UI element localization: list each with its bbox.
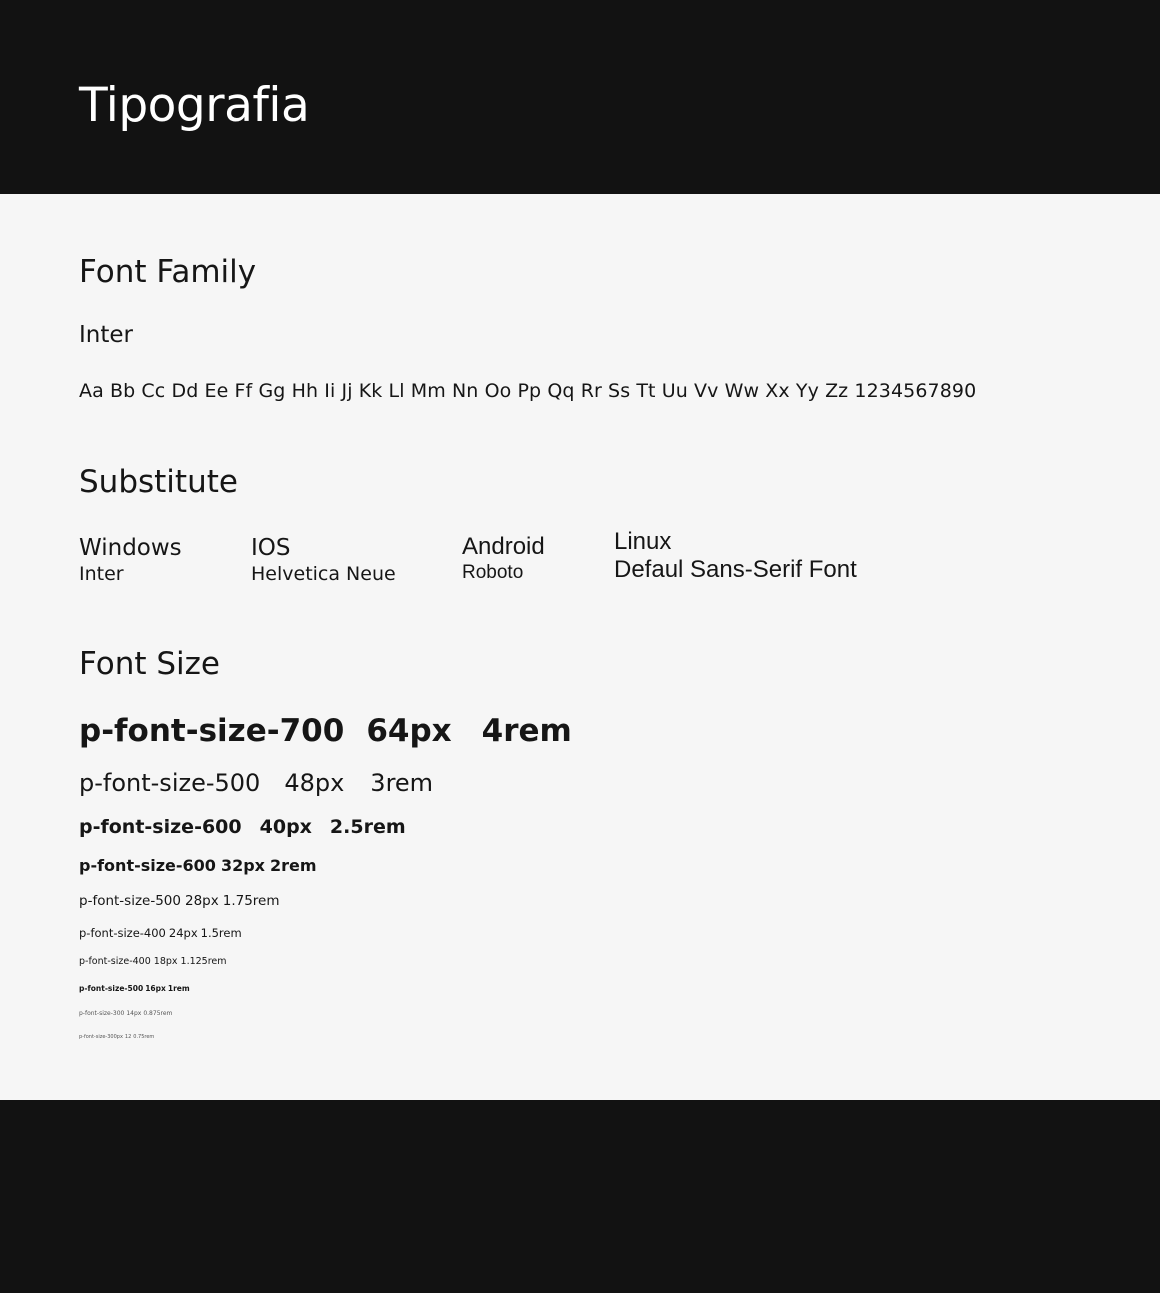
- font-size-row: p-font-size-400 24px 1.5rem: [79, 925, 242, 941]
- font-size-rem: 1.125rem: [180, 956, 227, 967]
- substitute-os-name: Windows: [79, 535, 182, 561]
- substitute-os-name: Android: [462, 533, 545, 560]
- substitute-os-name: IOS: [251, 535, 291, 561]
- font-size-token: p-font-size-400: [79, 956, 151, 967]
- font-size-rem: 2rem: [269, 856, 317, 875]
- page-header: Tipografia: [0, 0, 1160, 194]
- font-size-px: 48px: [284, 769, 345, 797]
- font-size-rem: 1rem: [167, 984, 190, 993]
- font-size-rem: 1.5rem: [200, 926, 242, 940]
- font-size-px: 18px: [153, 956, 178, 967]
- font-size-rem: 1.75rem: [222, 893, 280, 909]
- font-size-rem: 0.75rem: [133, 1034, 155, 1040]
- substitute-font-name: Inter: [79, 563, 124, 585]
- font-size-token: p-font-size-500: [79, 984, 144, 993]
- font-size-row: p-font-size-400 18px 1.125rem: [79, 955, 227, 968]
- substitute-item-windows: Windows Inter: [79, 534, 182, 586]
- font-size-rem: 3rem: [370, 769, 434, 797]
- font-size-token: p-font-size-500: [79, 769, 261, 797]
- font-size-px: 40px: [259, 816, 312, 838]
- font-size-row: p-font-size-600 40px 2.5rem: [79, 815, 406, 839]
- font-size-token: p-font-size-400: [79, 926, 166, 940]
- font-size-row: p-font-size-500 16px 1rem: [79, 983, 190, 994]
- font-size-row: p-font-size-300 14px 0.875rem: [79, 1009, 172, 1018]
- font-size-token: p-font-size-300px: [79, 1034, 123, 1040]
- substitute-item-android: Android Roboto: [462, 533, 545, 585]
- font-size-row: p-font-size-300px 12 0.75rem: [79, 1033, 154, 1041]
- substitute-heading: Substitute: [79, 464, 238, 500]
- font-size-px: 64px: [366, 713, 452, 749]
- substitute-font-name: Defaul Sans-Serif Font: [614, 556, 857, 583]
- font-size-token: p-font-size-300: [79, 1010, 125, 1017]
- font-size-px: 14px: [126, 1010, 142, 1017]
- font-size-row: p-font-size-500 28px 1.75rem: [79, 892, 280, 910]
- font-family-alphabet-sample: Aa Bb Cc Dd Ee Ff Gg Hh Ii Jj Kk Ll Mm N…: [79, 380, 977, 402]
- font-size-rem: 2.5rem: [329, 816, 406, 838]
- substitute-item-linux: Linux Defaul Sans-Serif Font: [614, 528, 857, 584]
- font-size-rem: 0.875rem: [143, 1010, 173, 1017]
- font-size-px: 24px: [168, 926, 198, 940]
- font-size-row: p-font-size-600 32px 2rem: [79, 856, 317, 876]
- substitute-os-name: Linux: [614, 528, 672, 555]
- font-size-token: p-font-size-500: [79, 893, 181, 909]
- page-title: Tipografia: [79, 78, 310, 133]
- typography-content: Font Family Inter Aa Bb Cc Dd Ee Ff Gg H…: [0, 194, 1160, 1100]
- font-size-rem: 4rem: [481, 713, 572, 749]
- font-size-row: p-font-size-500 48px 3rem: [79, 768, 433, 798]
- page-footer: [0, 1100, 1160, 1293]
- font-size-token: p-font-size-600: [79, 856, 216, 875]
- font-family-name: Inter: [79, 322, 133, 348]
- font-size-px: 12: [124, 1034, 132, 1040]
- font-size-row: p-font-size-700 64px 4rem: [79, 711, 572, 751]
- font-size-px: 28px: [185, 893, 219, 909]
- font-size-px: 32px: [220, 856, 265, 875]
- font-family-heading: Font Family: [79, 254, 257, 290]
- font-size-token: p-font-size-700: [79, 713, 345, 749]
- substitute-font-name: Roboto: [462, 562, 524, 583]
- font-size-token: p-font-size-600: [79, 816, 242, 838]
- substitute-font-name: Helvetica Neue: [251, 563, 396, 585]
- font-size-px: 16px: [145, 984, 166, 993]
- substitute-item-ios: IOS Helvetica Neue: [251, 534, 396, 586]
- font-size-heading: Font Size: [79, 646, 220, 682]
